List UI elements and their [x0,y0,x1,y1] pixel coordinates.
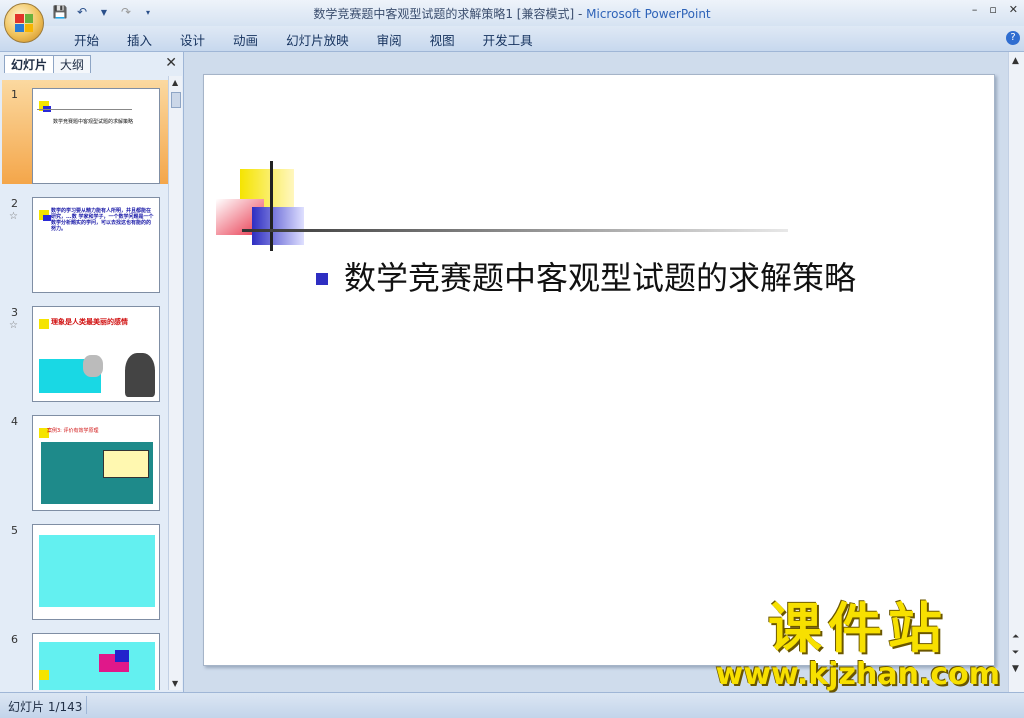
thumbnail-slide-4[interactable]: 4 案例3: 评价有效学原理 [2,407,168,511]
office-button[interactable] [4,3,44,43]
tab-design[interactable]: 设计 [166,30,219,49]
next-slide-icon[interactable]: ⏷ [1012,648,1019,658]
thumbnail-slide-3[interactable]: 3 ☆ 理象是人类最美丽的感情 [2,298,168,402]
close-window-icon[interactable]: ✕ [1009,3,1018,16]
blue-square [252,207,304,245]
slide-thumbnail: 案例3: 评价有效学原理 [32,415,160,511]
slide-thumbnail [32,524,160,620]
watermark-url: www.kjzhan.com [715,657,1000,692]
title-bar: 💾 ↶ ▼ ↷ ▾ 数学竞赛题中客观型试题的求解策略1 [兼容模式] - Mic… [0,0,1024,43]
scroll-up-icon[interactable]: ▲ [172,78,178,87]
slide-thumbnail: 数学的学习要从精力能有人所明，并且都能在研究，...数 学家和学子，一个数学问题… [32,197,160,293]
tab-view[interactable]: 视图 [416,30,469,49]
tab-animation[interactable]: 动画 [219,30,272,49]
tab-developer[interactable]: 开发工具 [469,30,547,49]
thumbnail-text: 理象是人类最美丽的感情 [51,318,128,326]
thumbnail-slide-1[interactable]: 1 数学竞赛题中客观型试题的求解策略 [2,80,168,184]
slide-bullet-text[interactable]: 数学竞赛题中客观型试题的求解策略 [344,253,856,299]
help-icon[interactable]: ? [1006,31,1020,45]
scroll-down-icon[interactable]: ▼ [172,679,178,688]
window-controls: – ▫ ✕ [972,3,1018,16]
close-panel-icon[interactable]: ✕ [165,55,177,71]
watermark: 课件站 www.kjzhan.com [716,584,1000,692]
thumbnail-note [103,450,149,478]
current-slide[interactable]: 数学竞赛题中客观型试题的求解策略 [203,74,995,666]
thumbnail-image [39,642,155,690]
slide-thumbnail [32,633,160,690]
document-title: 数学竞赛题中客观型试题的求解策略1 [兼容模式] - [313,7,587,21]
status-bar: 幻灯片 1/143 [0,692,1024,718]
thumbnail-slide-6[interactable]: 6 [2,625,168,690]
slide-number: 2 [11,197,18,210]
bullet-icon [316,273,328,285]
scroll-down-icon[interactable]: ▼ [1012,664,1019,674]
tab-review[interactable]: 审阅 [363,30,416,49]
slide-number: 6 [11,633,18,646]
scroll-thumb[interactable] [171,92,181,108]
thumbnail-slide-5[interactable]: 5 [2,516,168,620]
deco-square-icon [39,670,49,680]
previous-slide-icon[interactable]: ⏶ [1012,632,1019,642]
deco-square-icon [39,319,49,329]
thumbnail-list: 1 数学竞赛题中客观型试题的求解策略 2 ☆ 数学的学习要从精力能有人所明，并且… [2,76,168,690]
slide-thumbnail: 理象是人类最美丽的感情 [32,306,160,402]
status-divider [86,696,87,714]
ribbon-tabs: 开始 插入 设计 动画 幻灯片放映 审阅 视图 开发工具 [60,30,547,49]
minimize-icon[interactable]: – [972,3,978,16]
tab-slideshow[interactable]: 幻灯片放映 [272,30,363,49]
thumbnail-block [115,650,129,662]
slide-indicator: 幻灯片 1/143 [8,700,83,714]
window-title: 数学竞赛题中客观型试题的求解策略1 [兼容模式] - Microsoft Pow… [0,5,1024,22]
slide-scrollbar[interactable]: ▲ ⏶ ⏷ ▼ [1008,52,1024,692]
scroll-up-icon[interactable]: ▲ [1012,56,1019,66]
thumbnail-text: 数学竞赛题中客观型试题的求解策略 [53,119,134,125]
tab-insert[interactable]: 插入 [113,30,166,49]
thumbnail-text: 案例3: 评价有效学原理 [47,428,99,434]
title-decoration [216,161,788,251]
thumbnail-image [39,535,155,607]
panel-tabs: 幻灯片 大纲 [4,55,92,73]
app-name: Microsoft PowerPoint [586,7,711,21]
divider [37,109,132,110]
animation-star-icon: ☆ [9,320,18,331]
slide-number: 3 [11,306,18,319]
tab-home[interactable]: 开始 [60,30,113,49]
deco-square-icon [43,215,51,221]
tab-outline[interactable]: 大纲 [53,55,92,73]
office-logo-icon [15,14,33,32]
animation-star-icon: ☆ [9,211,18,222]
slide-thumbnail: 数学竞赛题中客观型试题的求解策略 [32,88,160,184]
slide-number: 5 [11,524,18,537]
thumbnail-slide-2[interactable]: 2 ☆ 数学的学习要从精力能有人所明，并且都能在研究，...数 学家和学子，一个… [2,189,168,293]
horizontal-rule [242,229,788,232]
tab-slides[interactable]: 幻灯片 [4,55,55,73]
vertical-rule [270,161,273,251]
ribbon: 开始 插入 设计 动画 幻灯片放映 审阅 视图 开发工具 ? [0,26,1024,52]
slide-number: 1 [11,88,18,101]
portrait-image [125,353,155,397]
watermark-brand: 课件站 [767,597,948,660]
thumbnail-scrollbar[interactable]: ▲ ▼ [168,76,182,690]
slide-number: 4 [11,415,18,428]
restore-icon[interactable]: ▫ [989,3,996,16]
slides-panel: 幻灯片 大纲 ✕ 1 数学竞赛题中客观型试题的求解策略 2 ☆ 数学的学习要从精… [0,52,184,692]
portrait-image [83,355,103,377]
thumbnail-text: 数学的学习要从精力能有人所明，并且都能在研究，...数 学家和学子，一个数学问题… [51,208,154,232]
